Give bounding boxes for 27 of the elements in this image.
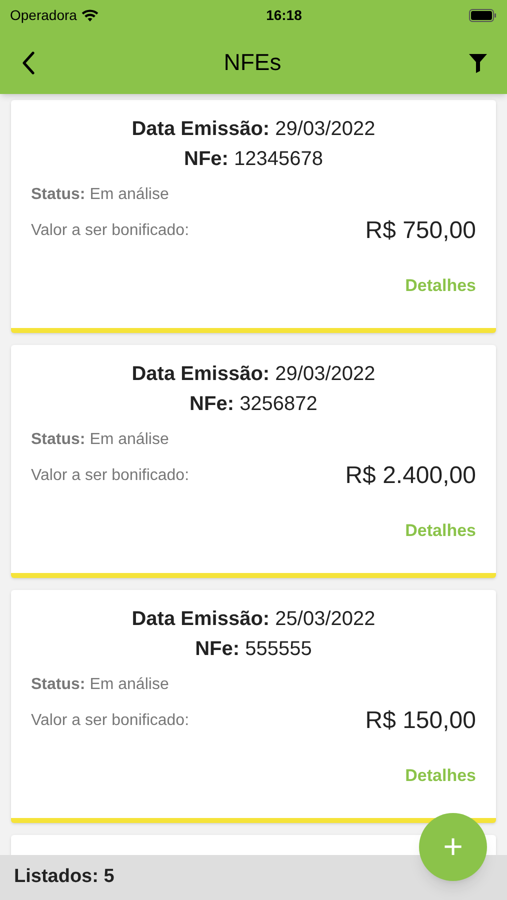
invoice-number: NFe: 12345678 (183, 147, 324, 172)
bonus-amount: R$ 2.400,00 (345, 461, 476, 491)
back-icon (21, 50, 35, 74)
filter-button[interactable] (467, 52, 489, 74)
filter-icon (468, 52, 488, 72)
bonus-label: Valor a ser bonificado: (31, 711, 190, 731)
issue-date: Data Emissão: 29/03/2022 (130, 362, 376, 387)
invoice-number: NFe: 555555 (194, 637, 313, 662)
carrier-name: Operadora (10, 6, 77, 25)
bonus-amount: R$ 750,00 (365, 216, 476, 246)
page-title: NFEs (224, 48, 282, 78)
clock-time: 16:18 (266, 6, 302, 25)
issue-date: Data Emissão: 25/03/2022 (130, 607, 376, 632)
issue-date: Data Emissão: 29/03/2022 (130, 117, 376, 142)
wifi-icon (80, 9, 99, 22)
invoice-number: NFe: 3256872 (188, 392, 318, 417)
invoice-status: Status: Em análise (31, 675, 170, 695)
details-link[interactable]: Detalhes (405, 273, 476, 298)
bonus-label: Valor a ser bonificado: (31, 466, 190, 486)
invoice-status: Status: Em análise (31, 185, 170, 205)
bonus-label: Valor a ser bonificado: (31, 221, 190, 241)
details-link[interactable]: Detalhes (405, 518, 476, 544)
listed-count: Listados: 5 (14, 865, 114, 890)
bonus-amount: R$ 150,00 (365, 706, 476, 736)
invoice-status: Status: Em análise (31, 430, 170, 450)
details-link[interactable]: Detalhes (405, 763, 476, 788)
battery-icon (469, 9, 497, 22)
